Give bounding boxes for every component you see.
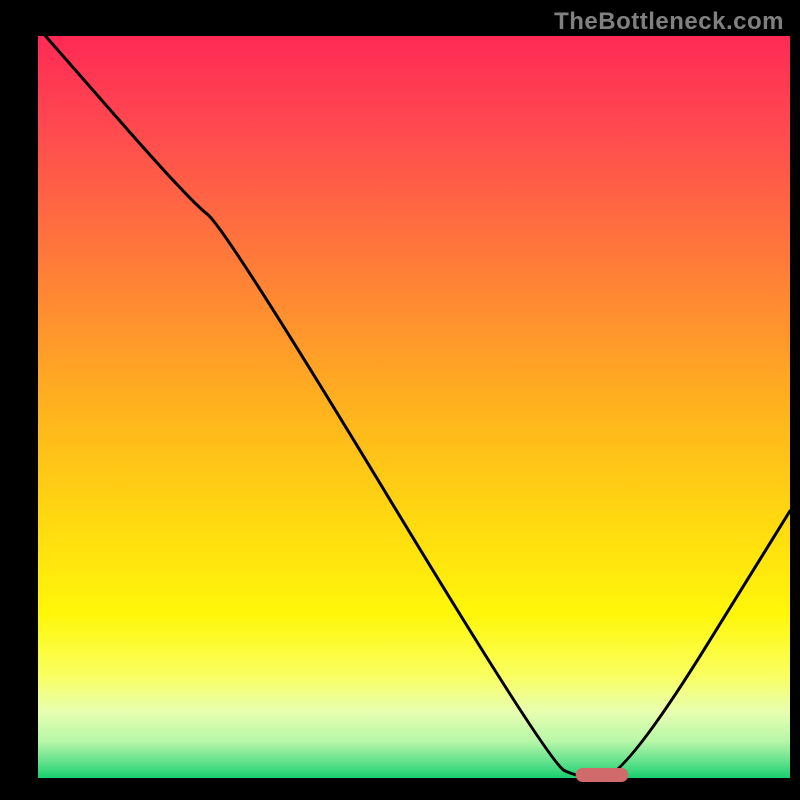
bottleneck-chart: TheBottleneck.com xyxy=(0,0,800,800)
watermark-label: TheBottleneck.com xyxy=(554,8,784,36)
chart-svg xyxy=(0,0,800,800)
